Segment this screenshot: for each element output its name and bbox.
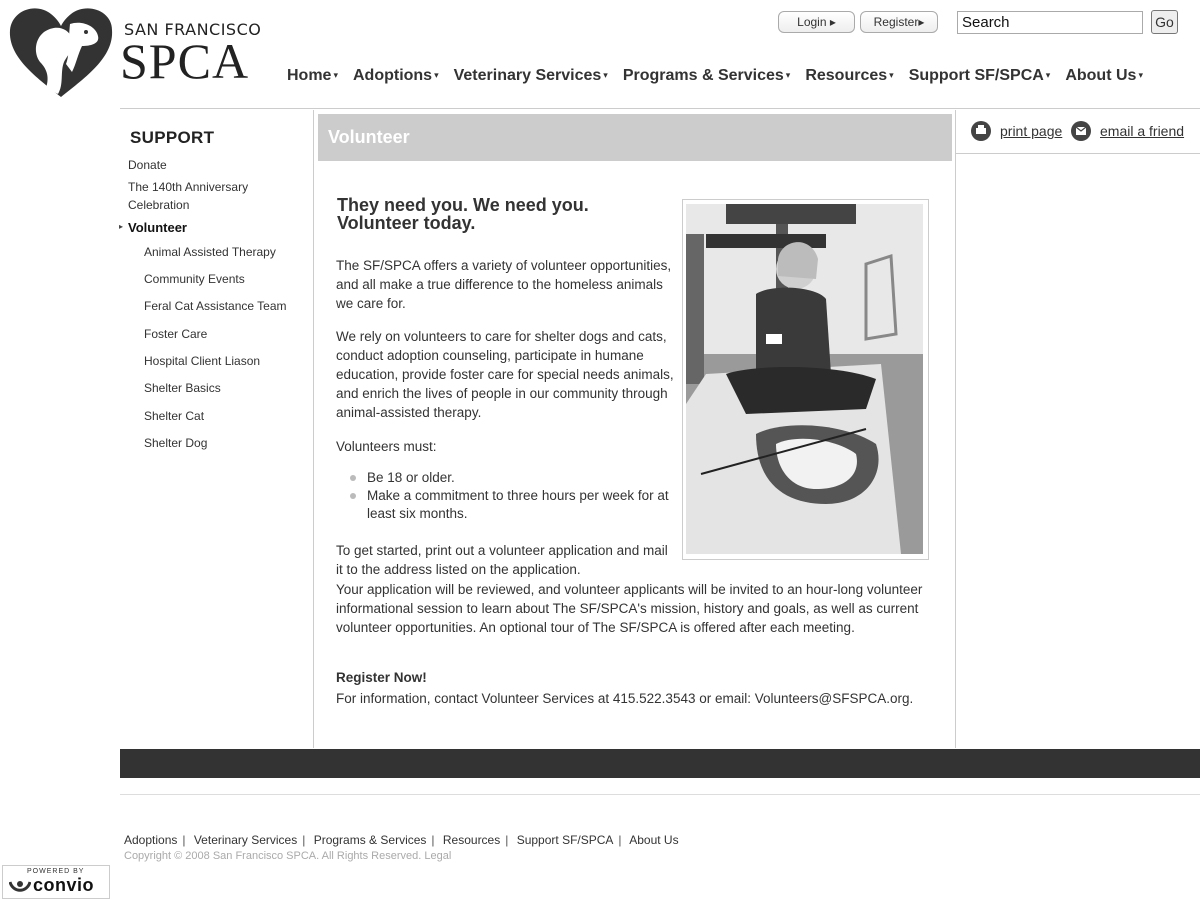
- sidebar-title: SUPPORT: [130, 128, 215, 147]
- chevron-down-icon: ▾: [434, 70, 439, 81]
- sidebar-item-animal-assisted-therapy[interactable]: Animal Assisted Therapy: [144, 243, 276, 261]
- sidebar-item-label: The 140th Anniversary: [128, 180, 249, 194]
- sidebar-item-foster-care[interactable]: Foster Care: [144, 325, 207, 343]
- sidebar-item-anniversary[interactable]: The 140th Anniversary Celebration: [128, 178, 248, 214]
- bullet-icon: [350, 475, 356, 481]
- separator: |: [505, 833, 509, 847]
- sidebar-item-shelter-dog[interactable]: Shelter Dog: [144, 434, 207, 452]
- content-header: Volunteer: [318, 114, 952, 161]
- nav-label: Resources: [805, 67, 888, 84]
- nav-item-home[interactable]: Home ▾: [287, 67, 338, 85]
- right-column-divider: [955, 153, 1200, 154]
- chevron-down-icon: ▾: [889, 70, 894, 81]
- chevron-down-icon: ▾: [603, 70, 608, 81]
- chevron-down-icon: ▾: [333, 70, 338, 81]
- sidebar-item-volunteer[interactable]: Volunteer: [128, 219, 187, 237]
- separator: |: [618, 833, 622, 847]
- footer-link-programs-services[interactable]: Programs & Services: [314, 833, 427, 847]
- search-go-button[interactable]: Go: [1151, 10, 1178, 34]
- volunteer-photo: [682, 199, 929, 560]
- main-nav: Home ▾ Adoptions ▾ Veterinary Services ▾ Pr…: [287, 67, 1158, 85]
- envelope-icon[interactable]: [1071, 121, 1091, 141]
- sidebar-item-shelter-cat[interactable]: Shelter Cat: [144, 407, 204, 425]
- convio-wordmark: convio: [33, 875, 95, 895]
- headline: They need you. We need you. Volunteer to…: [337, 195, 589, 233]
- active-marker-icon: ▸: [119, 222, 124, 231]
- footer-bar: [120, 749, 1200, 778]
- chevron-down-icon: ▾: [785, 70, 791, 81]
- getting-started-paragraph: To get started, print out a volunteer ap…: [336, 543, 668, 577]
- separator: |: [302, 833, 306, 847]
- footer-link-adoptions[interactable]: Adoptions: [124, 833, 177, 847]
- list-item-text: Make a commitment to three hours per wee…: [367, 488, 669, 521]
- sidebar-item-community-events[interactable]: Community Events: [144, 270, 245, 288]
- logo-wordmark[interactable]: SPCA: [120, 36, 249, 86]
- search-input[interactable]: [957, 11, 1143, 34]
- print-page-link[interactable]: print page: [1000, 123, 1062, 139]
- nav-item-programs-services[interactable]: Programs & Services ▾: [623, 67, 791, 85]
- contact-paragraph: For information, contact Volunteer Servi…: [336, 691, 914, 706]
- nav-label: Home: [287, 67, 332, 84]
- nav-item-resources[interactable]: Resources ▾: [805, 67, 893, 85]
- chevron-down-icon: ▾: [1138, 70, 1143, 81]
- nav-item-support[interactable]: Support SF/SPCA ▾: [909, 67, 1051, 85]
- printer-icon[interactable]: [971, 121, 991, 141]
- separator: |: [431, 833, 435, 847]
- nav-item-about-us[interactable]: About Us ▾: [1065, 67, 1143, 85]
- header-divider: [120, 108, 1200, 109]
- sidebar-item-donate[interactable]: Donate: [128, 156, 167, 174]
- chevron-down-icon: ▾: [1045, 70, 1051, 81]
- footer-links: Adoptions | Veterinary Services | Programs…: [124, 833, 679, 847]
- bullet-icon: [350, 493, 356, 499]
- separator: |: [182, 833, 186, 847]
- powered-by-text: POWERED BY: [27, 868, 85, 875]
- right-column: [955, 110, 1200, 748]
- sidebar-item-shelter-basics[interactable]: Shelter Basics: [144, 379, 221, 397]
- page-title: Volunteer: [328, 127, 410, 147]
- list-item-text: Be 18 or older.: [367, 470, 455, 485]
- nav-label: Programs & Services: [622, 67, 784, 84]
- requirements-intro: Volunteers must:: [336, 439, 437, 454]
- nav-label: Adoptions: [352, 67, 433, 84]
- requirements-list: Be 18 or older. Make a commitment to thr…: [346, 469, 676, 523]
- sidebar: SUPPORT Donate The 140th Anniversary Cel…: [120, 110, 314, 748]
- nav-item-adoptions[interactable]: Adoptions ▾: [353, 67, 439, 85]
- email-friend-link[interactable]: email a friend: [1100, 123, 1184, 139]
- sidebar-item-feral-cat-team[interactable]: Feral Cat Assistance Team: [144, 297, 287, 315]
- footer-link-resources[interactable]: Resources: [443, 833, 500, 847]
- sidebar-item-label: Celebration: [128, 198, 190, 212]
- login-button[interactable]: Login ▸: [778, 11, 855, 33]
- volunteer-with-cat-image: [686, 204, 923, 554]
- powered-by-convio-badge[interactable]: POWERED BY convio: [2, 865, 110, 899]
- list-item: Make a commitment to three hours per wee…: [346, 487, 676, 523]
- intro-paragraph: The SF/SPCA offers a variety of voluntee…: [336, 258, 672, 311]
- footer-link-about-us[interactable]: About Us: [629, 833, 678, 847]
- list-item: Be 18 or older.: [346, 469, 676, 487]
- nav-label: Veterinary Services: [453, 67, 602, 84]
- nav-label: Support SF/SPCA: [908, 67, 1044, 84]
- convio-logo-icon: [9, 881, 31, 892]
- footer-divider: [120, 794, 1200, 795]
- register-now-heading: Register Now!: [336, 670, 427, 685]
- copyright-text: Copyright © 2008 San Francisco SPCA. All…: [124, 850, 452, 862]
- footer-link-support[interactable]: Support SF/SPCA: [517, 833, 614, 847]
- review-paragraph: Your application will be reviewed, and v…: [336, 582, 923, 635]
- logo-heart-icon[interactable]: [6, 2, 116, 102]
- sidebar-item-hospital-client-liason[interactable]: Hospital Client Liason: [144, 352, 260, 370]
- duties-paragraph: We rely on volunteers to care for shelte…: [336, 329, 674, 420]
- register-button[interactable]: Register▸: [860, 11, 938, 33]
- nav-item-veterinary-services[interactable]: Veterinary Services ▾: [454, 67, 608, 85]
- nav-label: About Us: [1065, 67, 1137, 84]
- footer-link-veterinary-services[interactable]: Veterinary Services: [194, 833, 297, 847]
